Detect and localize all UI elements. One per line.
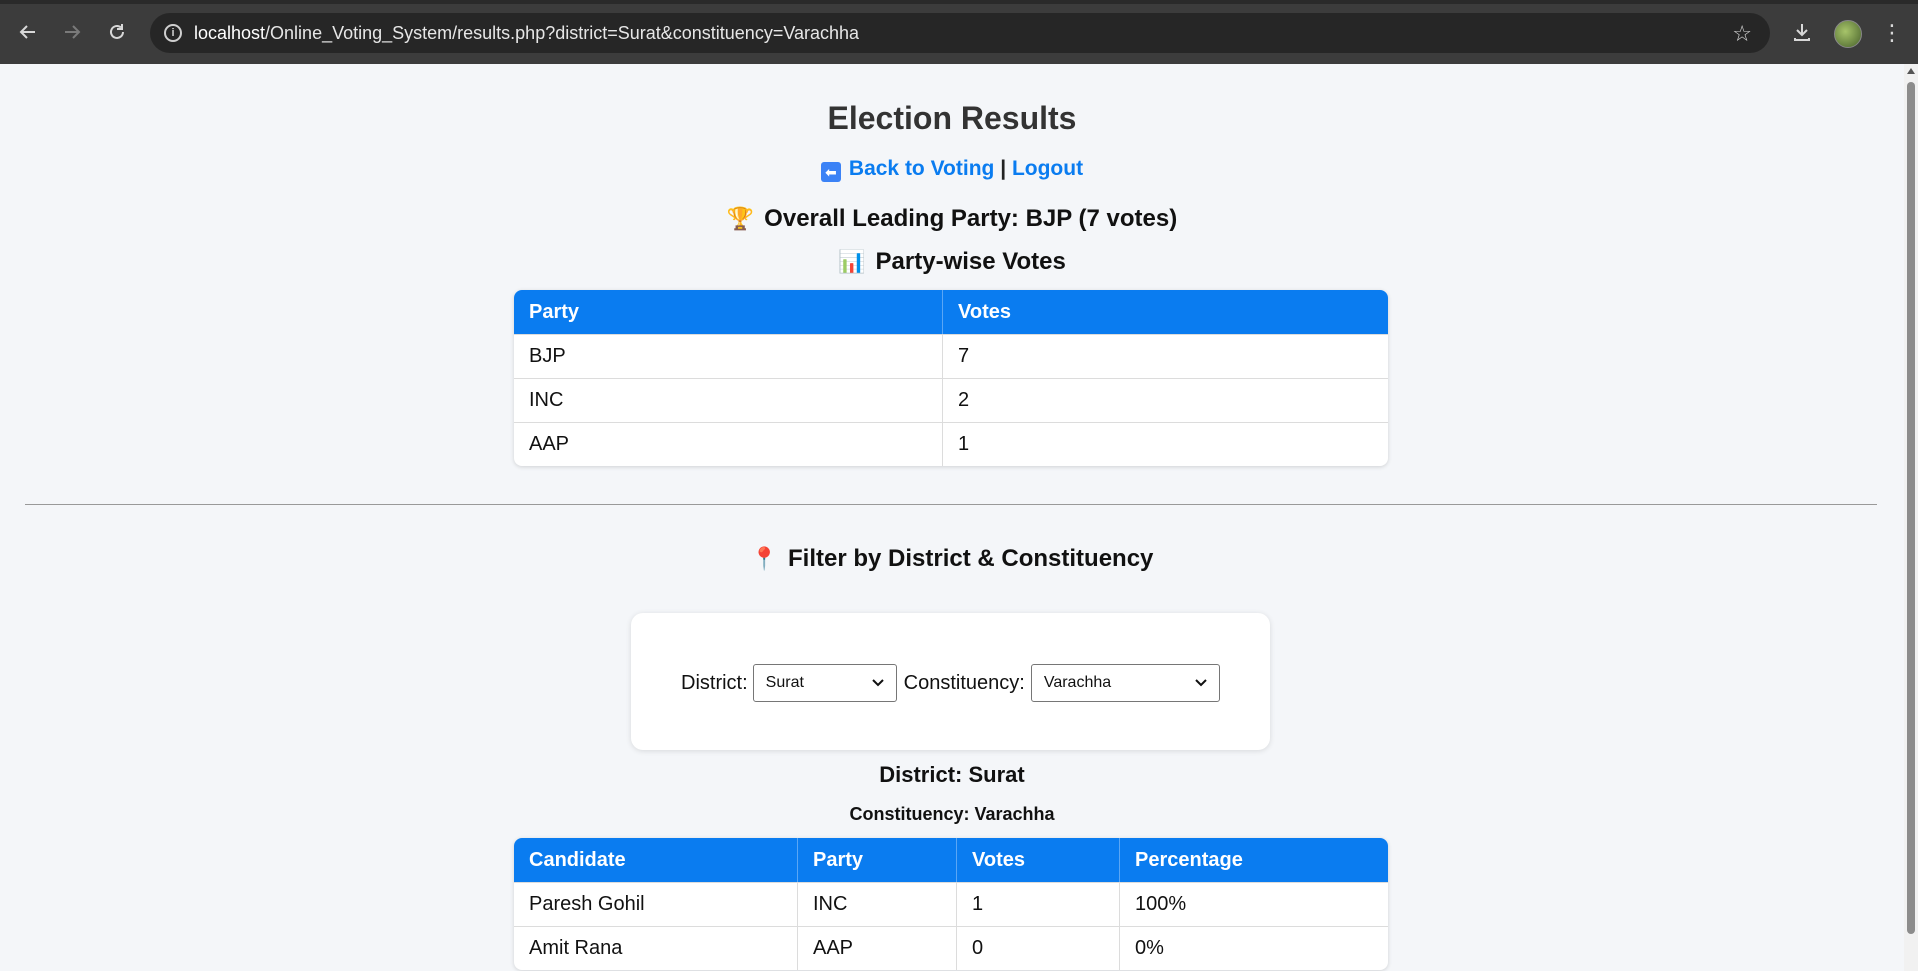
chevron-down-icon (1195, 676, 1207, 690)
constituency-label: Constituency: (903, 671, 1025, 694)
filter-heading: 📍 Filter by District & Constituency (0, 545, 1904, 573)
leading-party-heading: 🏆 Overall Leading Party: BJP (7 votes) (0, 205, 1904, 233)
district-label: District: (681, 671, 748, 694)
district-selected-value: Surat (765, 674, 804, 691)
pin-icon: 📍 (750, 546, 778, 571)
table-row: Amit Rana AAP 0 0% (514, 926, 1388, 970)
back-to-voting-link[interactable]: Back to Voting (849, 157, 994, 180)
column-header: Percentage (1120, 838, 1388, 882)
back-arrow-icon[interactable] (12, 16, 44, 48)
party-votes-table: Party Votes BJP 7 INC 2 AAP 1 (514, 290, 1388, 466)
filter-form: District: Surat Constituency: Varachha (631, 613, 1270, 750)
constituency-select[interactable]: Varachha (1030, 664, 1220, 702)
browser-menu-icon[interactable]: ⋮ (1880, 18, 1904, 48)
download-icon[interactable] (1786, 16, 1818, 48)
table-row: Paresh Gohil INC 1 100% (514, 882, 1388, 926)
table-cell: 1 (957, 882, 1120, 926)
column-header: Candidate (514, 838, 798, 882)
table-cell: BJP (514, 334, 943, 378)
tab-strip (0, 0, 1918, 4)
district-select[interactable]: Surat (752, 664, 897, 702)
constituency-selected-value: Varachha (1043, 674, 1112, 691)
trophy-icon: 🏆 (726, 206, 755, 231)
table-cell: INC (514, 378, 943, 422)
column-header: Votes (957, 838, 1120, 882)
table-cell: AAP (514, 422, 943, 466)
party-wise-text: Party-wise Votes (875, 248, 1066, 275)
forward-arrow-icon[interactable] (56, 16, 88, 48)
site-info-icon[interactable]: i (164, 24, 182, 42)
logout-link[interactable]: Logout (1012, 157, 1083, 180)
table-cell: 2 (943, 378, 1388, 422)
profile-avatar[interactable] (1834, 20, 1862, 48)
table-header-row: Candidate Party Votes Percentage (514, 838, 1388, 882)
filter-row: District: Surat Constituency: Varachha (681, 664, 1220, 702)
bar-chart-icon: 📊 (838, 249, 866, 274)
table-cell: Paresh Gohil (514, 882, 798, 926)
browser-toolbar: i localhost/Online_Voting_System/results… (0, 0, 1918, 64)
candidate-results-table: Candidate Party Votes Percentage Paresh … (514, 838, 1388, 970)
leading-party-text: Overall Leading Party: BJP (7 votes) (764, 205, 1178, 232)
column-header: Votes (943, 290, 1388, 334)
url-text: localhost/Online_Voting_System/results.p… (194, 22, 860, 43)
filter-heading-text: Filter by District & Constituency (788, 545, 1154, 572)
vertical-scrollbar[interactable] (1904, 64, 1918, 971)
table-row: BJP 7 (514, 334, 1388, 378)
back-arrow-emoji-icon: ⬅ (820, 162, 841, 182)
table-cell: 1 (943, 422, 1388, 466)
table-cell: 0 (957, 926, 1120, 970)
scroll-up-arrow-icon[interactable] (1907, 68, 1915, 74)
table-header-row: Party Votes (514, 290, 1388, 334)
address-bar[interactable]: i localhost/Online_Voting_System/results… (150, 13, 1770, 53)
table-cell: AAP (798, 926, 957, 970)
link-separator: | (1000, 157, 1007, 180)
reload-icon[interactable] (101, 16, 133, 48)
scrollbar-thumb[interactable] (1907, 82, 1915, 934)
table-cell: 0% (1120, 926, 1388, 970)
district-title: District: Surat (879, 762, 1025, 787)
section-divider (25, 504, 1877, 505)
bookmark-star-icon[interactable]: ☆ (1732, 21, 1752, 47)
table-cell: Amit Rana (514, 926, 798, 970)
table-cell: 7 (943, 334, 1388, 378)
chevron-down-icon (871, 676, 884, 690)
table-cell: 100% (1120, 882, 1388, 926)
table-cell: INC (798, 882, 957, 926)
column-header: Party (798, 838, 957, 882)
table-row: AAP 1 (514, 422, 1388, 466)
page-content: Election Results ⬅ Back to Voting | Logou… (0, 64, 1904, 971)
table-row: INC 2 (514, 378, 1388, 422)
party-wise-heading: 📊 Party-wise Votes (0, 248, 1904, 276)
column-header: Party (514, 290, 943, 334)
constituency-title: Constituency: Varachha (849, 804, 1055, 824)
page-title: Election Results (827, 100, 1077, 136)
nav-links: ⬅ Back to Voting | Logout (0, 157, 1904, 182)
